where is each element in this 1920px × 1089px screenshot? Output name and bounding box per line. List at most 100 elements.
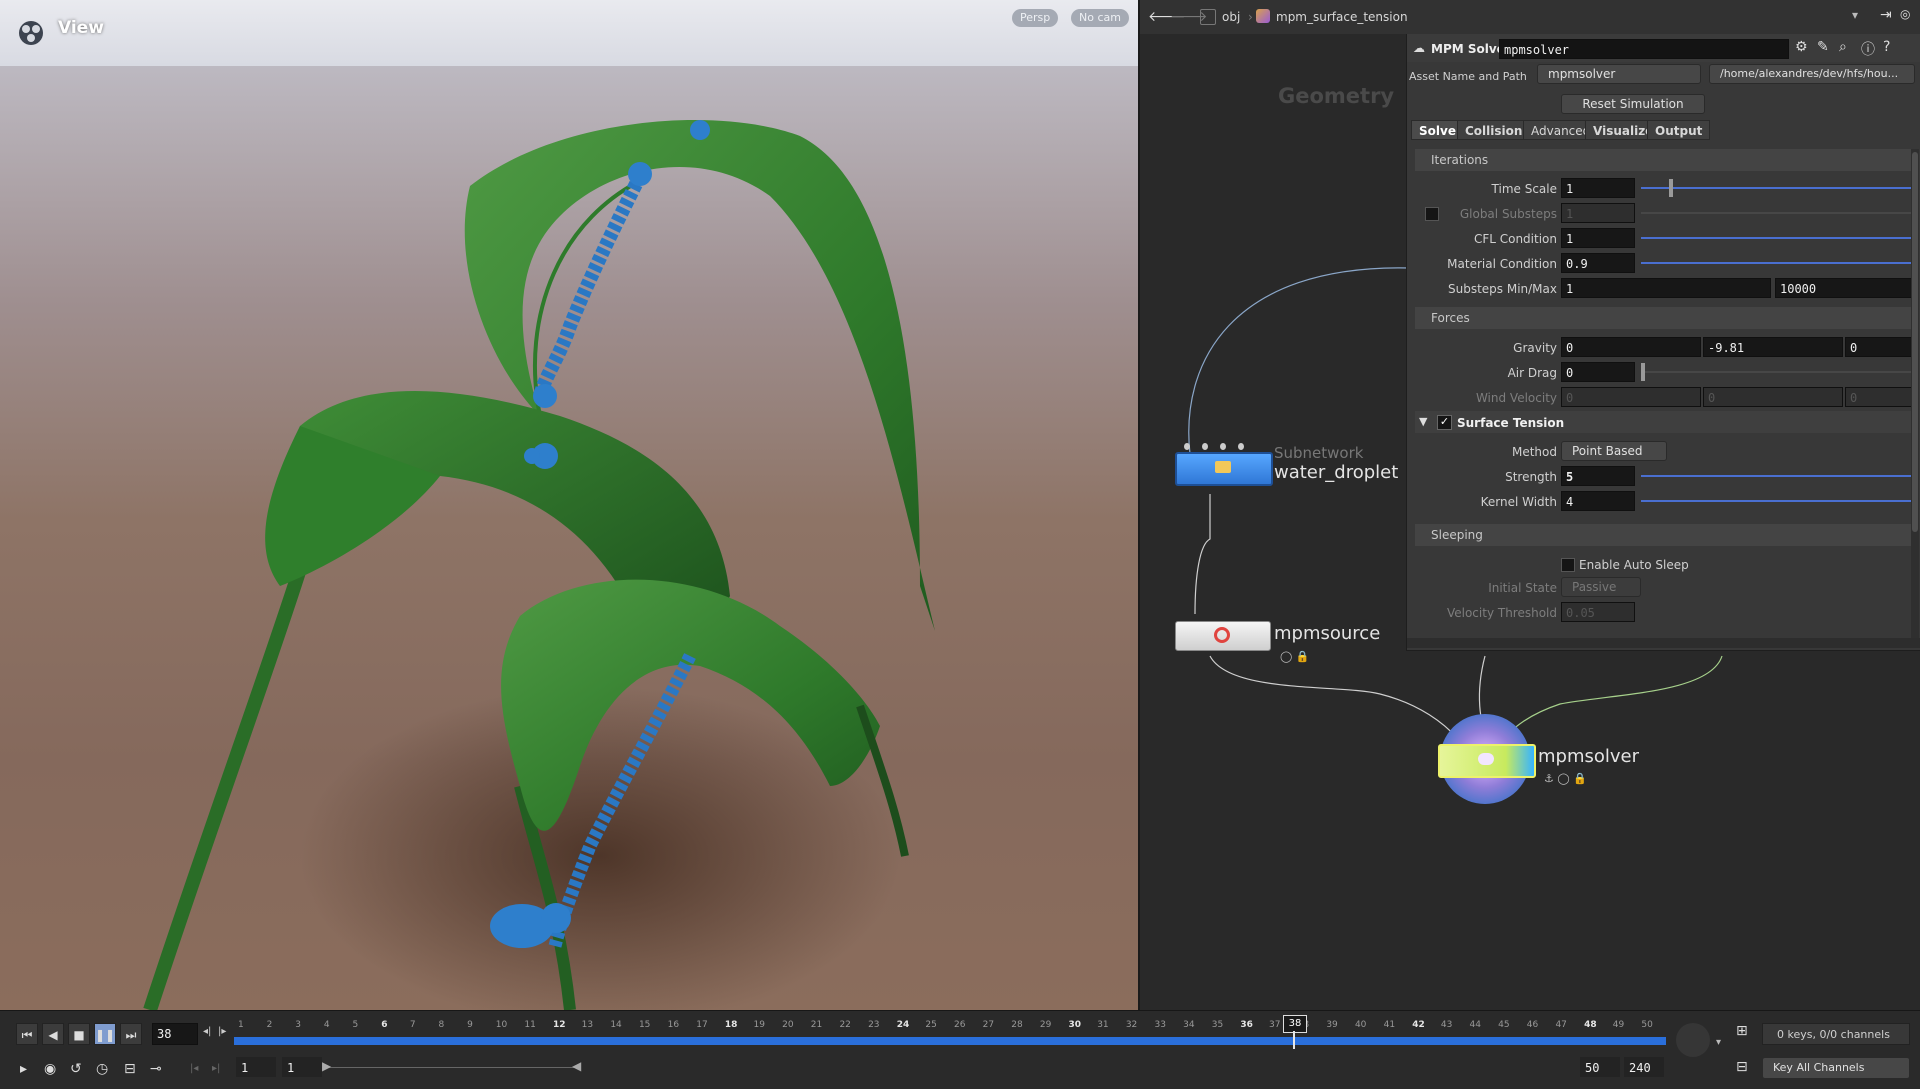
keys-icon[interactable]: ⊸ <box>150 1061 162 1077</box>
step-forward-icon[interactable]: |▸ <box>218 1026 226 1037</box>
timeline-tick-label: 24 <box>896 1020 910 1030</box>
timeline-tick-label: 29 <box>1039 1020 1052 1030</box>
auto-sleep-checkbox[interactable] <box>1561 558 1575 572</box>
cfl-condition-slider[interactable] <box>1641 237 1915 239</box>
timeline-tick-label: 22 <box>839 1020 851 1030</box>
brush-icon[interactable]: ✎ <box>1817 39 1829 55</box>
range-slider-track[interactable] <box>326 1067 580 1068</box>
realtime-icon[interactable]: ▸ <box>20 1061 27 1077</box>
forces-section[interactable]: Forces <box>1415 307 1915 329</box>
search-icon[interactable]: ⌕ <box>1839 39 1847 55</box>
jump-end-button[interactable]: ⏭ <box>120 1023 142 1045</box>
jog-dropdown-icon[interactable]: ▾ <box>1716 1037 1721 1048</box>
gravity-y-field[interactable]: -9.81 <box>1703 337 1843 357</box>
range-slider-right-handle[interactable]: ◀ <box>572 1059 581 1073</box>
material-condition-slider[interactable] <box>1641 262 1915 264</box>
path-current[interactable]: mpm_surface_tension <box>1276 10 1408 24</box>
range-icon[interactable]: ⊟ <box>124 1061 136 1077</box>
surface-tension-checkbox[interactable]: ✓ <box>1437 415 1452 430</box>
timeline-tick-label: 40 <box>1354 1020 1367 1030</box>
mpmsolver-node[interactable] <box>1438 744 1536 778</box>
subnet-name-label[interactable]: water_droplet <box>1274 462 1398 483</box>
persp-menu-button[interactable]: Persp <box>1012 9 1059 27</box>
pause-button[interactable]: ❚❚ <box>94 1023 116 1045</box>
initial-state-label: Initial State <box>1488 581 1557 595</box>
gravity-x-field[interactable]: 0 <box>1561 337 1701 357</box>
timeline-tick-label: 37 <box>1269 1020 1281 1030</box>
path-dropdown-icon[interactable]: ▾ <box>1852 8 1858 22</box>
method-dropdown[interactable]: Point Based <box>1561 441 1667 461</box>
range-start-field[interactable]: 1 <box>236 1057 276 1077</box>
time-scale-slider-handle[interactable] <box>1669 179 1673 197</box>
water-droplet-node[interactable] <box>1175 452 1273 486</box>
air-drag-field[interactable]: 0 <box>1561 362 1635 382</box>
keys-channels-display[interactable]: 0 keys, 0/0 channels <box>1762 1023 1910 1045</box>
reset-simulation-button[interactable]: Reset Simulation <box>1561 94 1705 114</box>
time-scale-slider[interactable] <box>1641 187 1915 189</box>
air-drag-slider[interactable] <box>1641 371 1915 373</box>
air-drag-slider-handle[interactable] <box>1641 363 1645 381</box>
help-icon[interactable]: ? <box>1883 39 1890 55</box>
node-name-field[interactable]: mpmsolver <box>1499 39 1789 59</box>
substeps-max-field[interactable]: 10000 <box>1775 278 1915 298</box>
param-hscrollbar[interactable] <box>1407 638 1920 648</box>
strength-slider[interactable] <box>1641 475 1915 477</box>
param-scrollbar-thumb[interactable] <box>1912 152 1918 532</box>
timeline-range-bar[interactable] <box>234 1037 1666 1045</box>
mpmsource-node[interactable] <box>1175 621 1271 651</box>
camera-menu-button[interactable]: No cam <box>1071 9 1129 27</box>
time-scale-field[interactable]: 1 <box>1561 178 1635 198</box>
collapse-triangle-icon[interactable]: ▼ <box>1419 415 1427 428</box>
current-frame-field[interactable]: 38 <box>152 1023 198 1045</box>
range-end-field[interactable]: 50 <box>1580 1057 1620 1077</box>
loop-icon[interactable]: ↺ <box>70 1061 82 1077</box>
mpmsource-name-label[interactable]: mpmsource <box>1274 623 1380 644</box>
jump-start-button[interactable]: ⏮ <box>16 1023 38 1045</box>
playhead-frame-label[interactable]: 38 <box>1283 1015 1307 1033</box>
key-options-icon[interactable]: ⊟ <box>1736 1059 1748 1075</box>
play-reverse-button[interactable]: ◀ <box>42 1023 64 1045</box>
material-condition-field[interactable]: 0.9 <box>1561 253 1635 273</box>
next-key-icon[interactable]: ▸| <box>212 1063 220 1074</box>
scene-viewport[interactable]: View Persp No cam <box>0 0 1138 1010</box>
cfl-condition-field[interactable]: 1 <box>1561 228 1635 248</box>
dopesheet-icon[interactable]: ⊞ <box>1736 1023 1748 1039</box>
strength-field[interactable]: 5 <box>1561 466 1635 486</box>
tab-collision[interactable]: Collision <box>1457 120 1531 140</box>
clock-icon[interactable]: ◷ <box>96 1061 108 1077</box>
solver-type-icon: ☁ <box>1413 41 1425 55</box>
houdini-logo-icon <box>19 21 43 45</box>
asset-name-dropdown[interactable]: mpmsolver <box>1537 64 1701 84</box>
plant-render <box>143 120 935 1010</box>
source-icon <box>1214 627 1230 643</box>
viewport-title: View <box>58 18 104 38</box>
info-icon[interactable]: ⓘ <box>1861 39 1875 59</box>
pin-icon[interactable]: ⇥ <box>1880 7 1892 23</box>
mpmsolver-name-label[interactable]: mpmsolver <box>1538 746 1639 767</box>
sleeping-section[interactable]: Sleeping <box>1415 524 1915 546</box>
surface-tension-title: Surface Tension <box>1457 416 1565 430</box>
gravity-z-field[interactable]: 0 <box>1845 337 1915 357</box>
path-root[interactable]: obj <box>1222 10 1240 24</box>
range-slider-left-handle[interactable]: ▶ <box>322 1059 331 1073</box>
velocity-threshold-field: 0.05 <box>1561 602 1635 622</box>
global-substeps-slider <box>1641 212 1915 214</box>
kernel-width-slider[interactable] <box>1641 500 1915 502</box>
substeps-min-field[interactable]: 1 <box>1561 278 1771 298</box>
stop-button[interactable]: ■ <box>68 1023 90 1045</box>
range-start-display-field[interactable]: 1 <box>282 1057 322 1077</box>
tab-output[interactable]: Output <box>1647 120 1711 140</box>
step-back-icon[interactable]: ◂| <box>203 1026 211 1037</box>
jog-wheel[interactable] <box>1676 1023 1710 1057</box>
timeline-tick-label: 20 <box>782 1020 794 1030</box>
asset-path-dropdown[interactable]: /home/alexandres/dev/hfs/hou... <box>1709 64 1915 84</box>
audio-icon[interactable]: ◉ <box>44 1061 56 1077</box>
prev-key-icon[interactable]: |◂ <box>190 1063 198 1074</box>
playhead[interactable] <box>1293 1031 1295 1049</box>
global-end-field[interactable]: 240 <box>1624 1057 1664 1077</box>
iterations-section[interactable]: Iterations <box>1415 149 1915 171</box>
link-icon[interactable]: ◎ <box>1900 7 1910 21</box>
gear-icon[interactable]: ⚙ <box>1795 39 1808 55</box>
kernel-width-field[interactable]: 4 <box>1561 491 1635 511</box>
key-all-channels-dropdown[interactable]: Key All Channels <box>1762 1057 1910 1079</box>
